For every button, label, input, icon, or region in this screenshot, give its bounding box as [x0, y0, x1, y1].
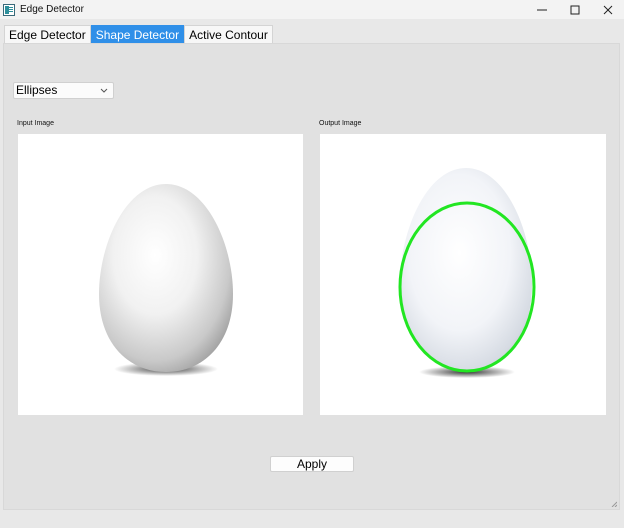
title-bar: Edge Detector — [0, 0, 624, 19]
resize-grip-icon[interactable] — [611, 501, 617, 507]
output-image-label: Output Image — [319, 120, 362, 127]
maximize-icon — [570, 5, 579, 14]
tab-bar: Edge Detector Shape Detector Active Cont… — [4, 25, 273, 43]
input-image-label: Input Image — [17, 120, 54, 127]
window-controls — [525, 0, 624, 19]
maximize-button[interactable] — [558, 0, 591, 19]
tab-active-contour[interactable]: Active Contour — [184, 25, 273, 43]
chevron-down-icon — [100, 88, 108, 93]
shape-type-value: Ellipses — [16, 83, 58, 97]
close-icon — [603, 5, 612, 14]
window-title: Edge Detector — [20, 4, 84, 15]
app-icon — [3, 3, 15, 16]
output-image — [320, 134, 606, 415]
minimize-icon — [536, 9, 547, 10]
shape-detector-panel: Ellipses Input Image Output Image Apply — [3, 43, 620, 510]
minimize-button[interactable] — [525, 0, 558, 19]
apply-button[interactable]: Apply — [270, 456, 354, 472]
shape-type-select[interactable]: Ellipses — [13, 82, 114, 99]
tab-edge-detector[interactable]: Edge Detector — [4, 25, 91, 43]
close-button[interactable] — [591, 0, 624, 19]
input-image — [18, 134, 303, 415]
tab-shape-detector[interactable]: Shape Detector — [90, 25, 185, 43]
